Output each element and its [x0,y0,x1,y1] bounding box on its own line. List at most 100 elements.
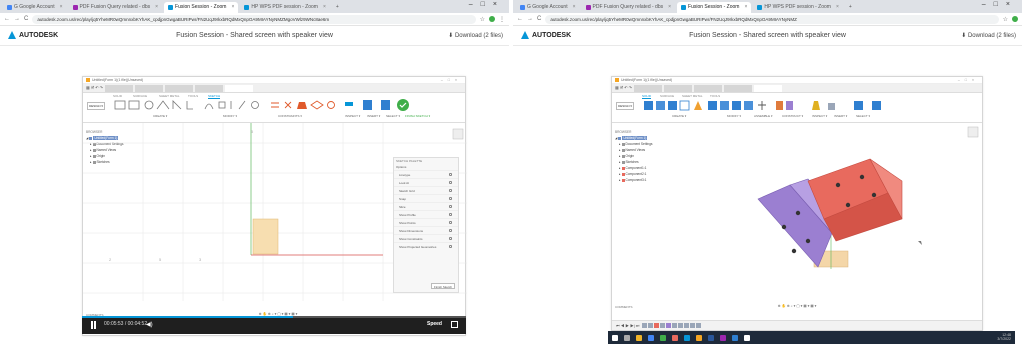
timeline-item[interactable] [666,323,672,328]
browser-tab[interactable]: PDF Fusion Query related - dbs × [582,2,676,13]
taskbar-clock[interactable]: 12:48 3/7/2022 [997,333,1011,341]
navigation-toolbar[interactable]: ⊕ ✋ ⊕ ⌕ ▾ ▢ ▾ ▦ ▾ ▦ ▾ [752,301,842,311]
palette-row[interactable]: Sketch Grid [394,186,458,194]
toggle-icon[interactable] [449,221,452,224]
document-tab[interactable] [105,84,134,92]
toggle-icon[interactable] [449,245,452,248]
palette-row[interactable]: Show Points [394,218,458,226]
timeline-item[interactable] [672,323,678,328]
finish-sketch-button[interactable]: Finish Sketch [430,283,455,289]
toggle-icon[interactable] [449,205,452,208]
volume-icon[interactable]: ◀) [146,321,153,328]
toggle-icon[interactable] [449,213,452,216]
insert-menu[interactable]: INSERT ▾ [834,114,847,118]
palette-row[interactable]: Linetype [394,170,458,178]
ribbon-tab[interactable]: TOOLS [710,94,720,98]
viewcube-icon[interactable] [967,126,979,138]
document-tab[interactable] [135,84,164,92]
timeline-controls[interactable]: ⏮ ◀ ▶ ▶| ⏭ [616,323,639,328]
speed-button[interactable]: Speed [427,321,442,327]
document-tab-active[interactable] [754,84,783,92]
ribbon-tab[interactable]: SURFACE [660,94,674,98]
window-controls[interactable]: –□× [958,77,979,84]
app-icon[interactable] [720,334,726,341]
document-tab[interactable] [195,84,224,92]
ribbon-tab[interactable]: SHEET METAL [159,94,180,98]
toggle-icon[interactable] [449,189,452,192]
palette-row[interactable]: Slice [394,202,458,210]
inspect-menu[interactable]: INSPECT ▾ [812,114,827,118]
browser-tab[interactable]: HP WPS PDF session - Zoom × [753,2,843,13]
pause-icon[interactable] [91,321,93,329]
download-link[interactable]: ⬇ Download (2 files) [961,32,1016,39]
viewcube-icon[interactable] [452,128,464,140]
close-icon[interactable]: × [155,2,158,13]
forward-icon[interactable]: → [14,16,20,22]
modify-menu[interactable]: MODIFY ▾ [727,114,741,118]
timeline-item[interactable] [648,323,654,328]
windows-start-icon[interactable] [612,334,618,341]
solid-tools-icons[interactable] [642,99,922,113]
timeline-item[interactable] [642,323,648,328]
zoom-icon[interactable] [684,334,690,341]
app-icon[interactable] [744,334,750,341]
browser-tab-active[interactable]: Fusion Session - Zoom × [164,2,239,13]
finish-sketch-menu[interactable]: FINISH SKETCH ▾ [405,114,430,118]
assemble-menu[interactable]: ASSEMBLE ▾ [754,114,773,118]
close-icon[interactable]: × [60,2,63,13]
close-icon[interactable]: × [323,2,326,13]
close-icon[interactable]: × [744,2,747,13]
ribbon-tab[interactable]: SURFACE [133,94,147,98]
palette-row[interactable]: Show Profile [394,210,458,218]
extension-icon[interactable] [1012,16,1018,22]
document-tab[interactable] [664,84,693,92]
menu-icon[interactable]: ⋮ [499,16,505,23]
new-tab-button[interactable]: + [332,2,343,13]
close-icon[interactable]: × [573,2,576,13]
video-progress[interactable] [82,316,466,318]
modify-menu[interactable]: MODIFY ▾ [223,114,237,118]
document-tab[interactable] [694,84,723,92]
design-canvas[interactable] [612,123,982,293]
search-icon[interactable] [624,334,630,341]
app-icon[interactable] [732,334,738,341]
chrome-icon[interactable] [648,334,654,341]
window-controls[interactable]: –□× [982,1,1018,8]
url-input[interactable]: autodesk.zoom.us/rec/play/jq5YheMR0wQmnn… [32,14,476,24]
timeline-item[interactable] [678,323,684,328]
forward-icon[interactable]: → [527,16,533,22]
palette-row[interactable]: Snap [394,194,458,202]
comments-panel[interactable]: COMMENTS [615,305,633,309]
app-icon[interactable] [672,334,678,341]
timeline-item[interactable] [690,323,696,328]
insert-menu[interactable]: INSERT ▾ [367,114,380,118]
word-icon[interactable] [708,334,714,341]
timeline-item[interactable] [660,323,666,328]
url-input[interactable]: autodesk.zoom.us/rec/play/jq5YheMR0wQmnn… [545,14,999,24]
new-tab-button[interactable]: + [845,2,856,13]
document-tab[interactable] [724,84,753,92]
construct-menu[interactable]: CONSTRUCT ▾ [782,114,803,118]
grid-menu-icon[interactable]: ▦ 🗎 ↶ ↷ [615,85,632,92]
window-controls[interactable]: –□× [441,77,462,84]
browser-tab[interactable]: G Google Account × [516,2,580,13]
download-link[interactable]: ⬇ Download (2 files) [448,32,503,39]
toggle-icon[interactable] [449,197,452,200]
star-icon[interactable]: ☆ [1003,16,1008,23]
toggle-icon[interactable] [449,237,452,240]
file-explorer-icon[interactable] [636,334,642,341]
constraints-menu[interactable]: CONSTRAINTS ▾ [278,114,302,118]
fusion-app-icon[interactable] [696,334,702,341]
ribbon-tab[interactable]: TOOLS [188,94,198,98]
app-icon[interactable] [660,334,666,341]
reload-icon[interactable]: C [537,16,541,22]
star-icon[interactable]: ☆ [480,16,485,23]
browser-tab[interactable]: PDF Fusion Query related - dbs × [69,2,163,13]
toggle-icon[interactable] [449,181,452,184]
back-icon[interactable]: ← [517,16,523,22]
grid-menu-icon[interactable]: ▦ 🗎 ↶ ↷ [86,85,103,92]
workspace-switcher[interactable]: DESIGN ▾ [616,102,634,110]
inspect-menu[interactable]: INSPECT ▾ [345,114,360,118]
browser-tab-active[interactable]: Fusion Session - Zoom × [677,2,752,13]
close-icon[interactable]: × [231,2,234,13]
